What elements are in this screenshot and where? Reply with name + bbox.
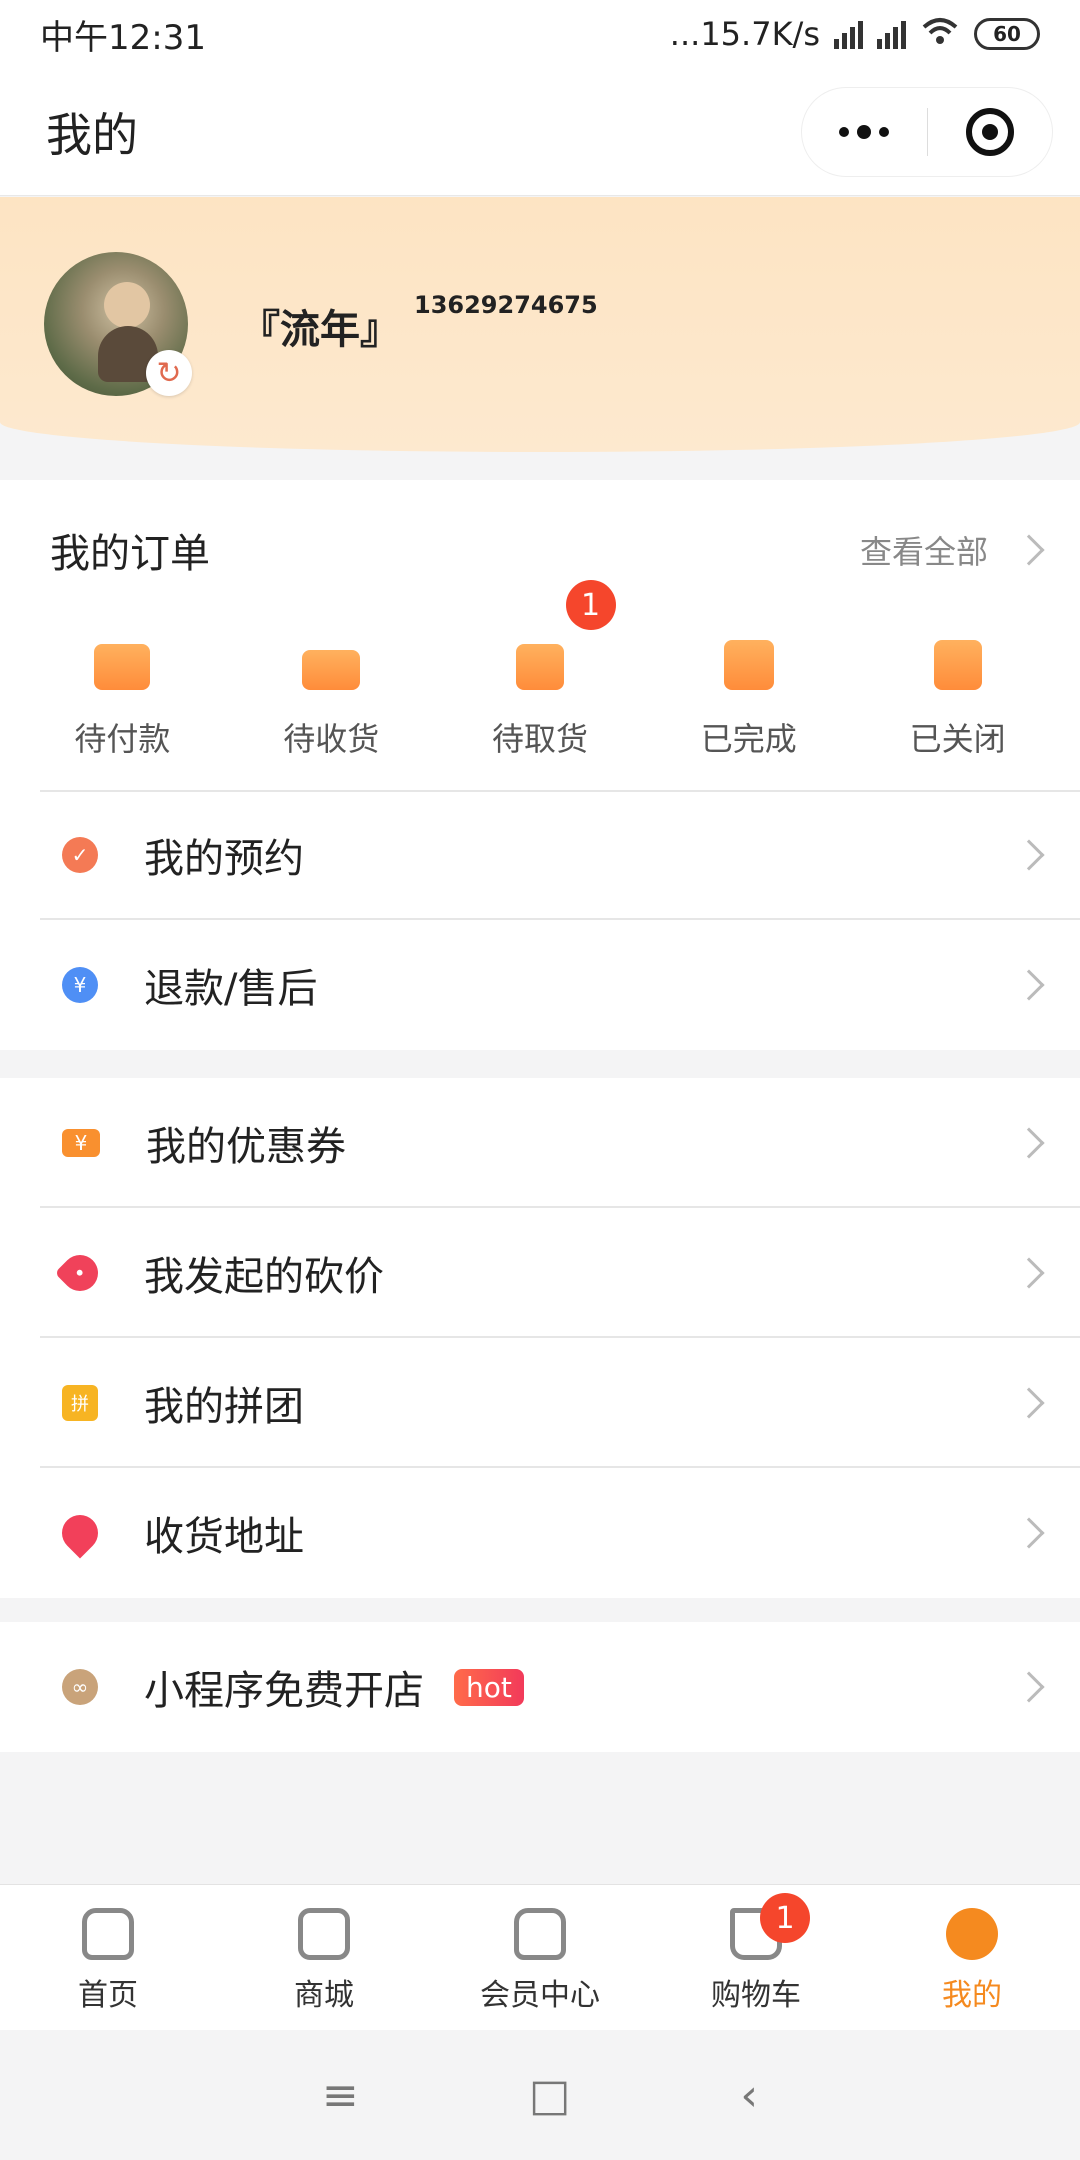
bag-icon: [298, 1908, 350, 1960]
member-icon: [514, 1908, 566, 1960]
menu-row-bargain[interactable]: • 我发起的砍价: [0, 1208, 1080, 1338]
user-phone: 13629274675: [414, 291, 598, 319]
signal-icon: [877, 19, 906, 49]
network-speed: ...15.7K/s: [669, 15, 820, 53]
order-status-item[interactable]: 1 待取货: [436, 580, 645, 760]
menu-label: 收货地址: [144, 1514, 304, 1560]
wifi-icon: [920, 15, 960, 53]
battery-icon: 60: [974, 18, 1040, 50]
menu-group-1: ✓ 我的预约 ¥ 退款/售后: [0, 790, 1080, 1050]
check-circle-icon: ✓: [62, 837, 98, 873]
menu-row-group-buy[interactable]: 拼 我的拼团: [0, 1338, 1080, 1468]
tab-label: 我的: [942, 1978, 1002, 2013]
profile-face-icon: [946, 1908, 998, 1960]
tab-label: 会员中心: [480, 1978, 600, 2013]
order-status-item[interactable]: 待付款: [18, 620, 227, 760]
order-badge: 1: [565, 580, 616, 630]
tab-cart[interactable]: 1 购物车: [648, 1885, 864, 2030]
profile-banner: ↻ 『流年』 13629274675: [0, 197, 1080, 452]
wallet-icon: [94, 644, 151, 690]
order-status-label: 已完成: [700, 720, 797, 758]
chevron-right-icon: [1013, 1257, 1045, 1289]
menu-row-open-store[interactable]: ∞ 小程序免费开店 hot: [0, 1622, 1080, 1752]
link-icon: ∞: [62, 1669, 98, 1705]
order-status-label: 待收货: [283, 720, 380, 758]
more-button[interactable]: [802, 88, 927, 176]
tab-label: 首页: [78, 1978, 138, 2013]
menu-label: 我的预约: [144, 836, 304, 882]
cart-badge: 1: [760, 1893, 810, 1943]
chevron-right-icon: [1013, 839, 1045, 871]
chevron-right-icon: [1013, 1671, 1045, 1703]
system-nav-bar: ≡ □ ‹: [0, 2030, 1080, 2160]
truck-icon: [302, 650, 361, 690]
tag-icon: •: [54, 1247, 106, 1299]
menu-group-2: ¥ 我的优惠券 • 我发起的砍价 拼 我的拼团 收货地址: [0, 1078, 1080, 1598]
status-right: ...15.7K/s 60: [670, 15, 1040, 53]
mini-program-capsule: [802, 87, 1053, 176]
group-icon: 拼: [62, 1385, 98, 1421]
tab-label: 购物车: [711, 1978, 801, 2013]
menu-label: 我的优惠券: [146, 1124, 346, 1170]
chevron-right-icon: [1013, 1387, 1045, 1419]
profile-info: 『流年』 13629274675: [240, 291, 598, 355]
view-all-label: 查看全部: [859, 533, 988, 571]
chevron-right-icon: [1013, 1127, 1045, 1159]
menu-label: 小程序免费开店: [144, 1668, 424, 1714]
menu-row-address[interactable]: 收货地址: [0, 1468, 1080, 1598]
doc-closed-icon: [933, 640, 982, 690]
location-icon: [54, 1507, 106, 1559]
order-status-label: 待付款: [74, 720, 171, 758]
view-all-orders-link[interactable]: 查看全部: [859, 527, 1045, 573]
coupon-icon: ¥: [62, 1129, 100, 1157]
tab-mall[interactable]: 商城: [216, 1885, 432, 2030]
menu-row-coupons[interactable]: ¥ 我的优惠券: [0, 1078, 1080, 1208]
back-nav-icon[interactable]: ‹: [740, 2070, 758, 2121]
orders-header: 我的订单 查看全部: [0, 480, 1080, 620]
user-name: 『流年』: [240, 307, 400, 353]
refresh-icon[interactable]: ↻: [146, 350, 192, 396]
menu-row-refund[interactable]: ¥ 退款/售后: [0, 920, 1080, 1050]
chevron-right-icon: [1013, 534, 1045, 566]
order-status-label: 已关闭: [909, 720, 1006, 758]
tab-member-center[interactable]: 会员中心: [432, 1885, 648, 2030]
tab-profile[interactable]: 我的: [864, 1885, 1080, 2030]
chevron-right-icon: [1013, 1517, 1045, 1549]
tab-home[interactable]: 首页: [0, 1885, 216, 2030]
status-bar: 中午12:31 ...15.7K/s 60: [0, 0, 1080, 68]
menu-group-3: ∞ 小程序免费开店 hot: [0, 1622, 1080, 1752]
hot-badge: hot: [454, 1668, 524, 1706]
menu-label: 我发起的砍价: [144, 1254, 384, 1300]
more-dots-icon: [839, 124, 890, 139]
close-target-icon: [965, 107, 1014, 156]
box-icon: [515, 644, 564, 690]
page-title: 我的: [46, 107, 138, 162]
menu-label: 我的拼团: [144, 1384, 304, 1430]
page-header: 我的: [0, 68, 1080, 196]
menu-row-appointments[interactable]: ✓ 我的预约: [0, 790, 1080, 920]
menu-label: 退款/售后: [144, 966, 318, 1012]
chevron-right-icon: [1013, 969, 1045, 1001]
avatar-face: [104, 282, 150, 328]
orders-card: 我的订单 查看全部 待付款 待收货 1 待取货 已完成 已关闭 ✓ 我的预约 ¥…: [0, 480, 1080, 1050]
clipboard-check-icon: [723, 640, 774, 690]
order-status-item[interactable]: 待收货: [227, 620, 436, 760]
signal-icon: [834, 19, 863, 49]
order-status-item[interactable]: 已完成: [644, 620, 853, 760]
order-status-list: 待付款 待收货 1 待取货 已完成 已关闭: [0, 580, 1080, 760]
bottom-tab-bar: 首页 商城 会员中心 1 购物车 我的: [0, 1884, 1080, 2030]
home-icon: [82, 1908, 134, 1960]
refund-icon: ¥: [62, 967, 98, 1003]
home-nav-icon[interactable]: □: [529, 2070, 571, 2121]
tab-label: 商城: [294, 1978, 354, 2013]
avatar[interactable]: ↻: [44, 252, 192, 396]
orders-title: 我的订单: [50, 531, 210, 577]
order-status-item[interactable]: 已关闭: [853, 620, 1062, 760]
order-status-label: 待取货: [491, 720, 588, 758]
status-time: 中午12:31: [40, 17, 206, 58]
menu-nav-icon[interactable]: ≡: [322, 2070, 359, 2121]
close-button[interactable]: [928, 88, 1053, 176]
